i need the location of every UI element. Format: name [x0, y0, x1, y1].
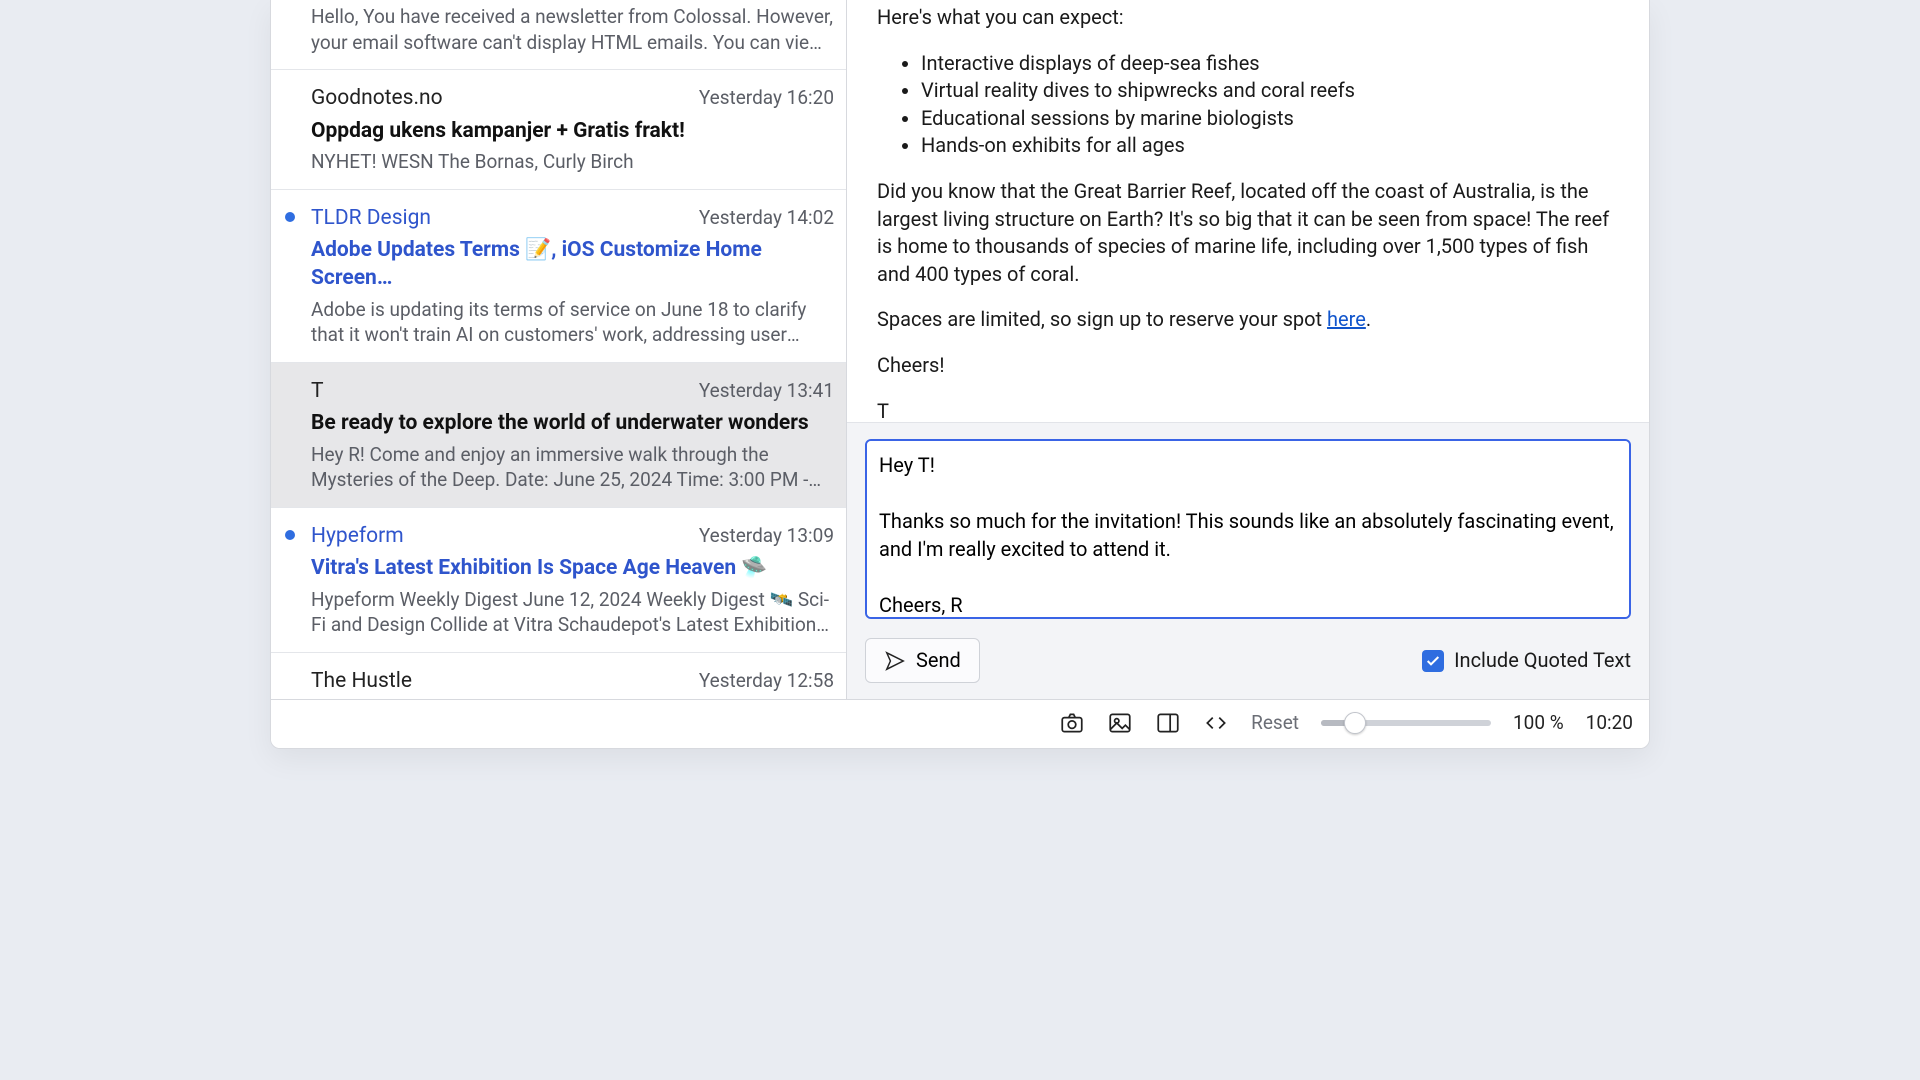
- message-subject: Be ready to explore the world of underwa…: [311, 409, 834, 437]
- body-paragraph: Here's what you can expect:: [877, 4, 1619, 32]
- message-sender: Hypeform: [311, 522, 404, 550]
- main-split: Hello, You have received a newsletter fr…: [271, 0, 1649, 700]
- message-sender: The Hustle: [311, 667, 412, 695]
- reader-pane: Here's what you can expect: Interactive …: [847, 0, 1649, 699]
- message-preview: Adobe is updating its terms of service o…: [311, 297, 834, 348]
- message-subject: Oppdag ukens kampanjer + Gratis frakt!: [311, 117, 834, 145]
- clock: 10:20: [1586, 710, 1633, 736]
- zoom-percent: 100 %: [1513, 710, 1564, 736]
- send-button[interactable]: Send: [865, 638, 980, 683]
- body-list-item: Hands-on exhibits for all ages: [921, 132, 1619, 160]
- message-list: Hello, You have received a newsletter fr…: [271, 0, 847, 699]
- body-paragraph: Spaces are limited, so sign up to reserv…: [877, 306, 1619, 334]
- message-subject: Vitra's Latest Exhibition Is Space Age H…: [311, 554, 834, 582]
- camera-icon[interactable]: [1059, 710, 1085, 736]
- message-subject: Adobe Updates Terms 📝, iOS Customize Hom…: [311, 236, 834, 293]
- app-window: Hello, You have received a newsletter fr…: [270, 0, 1650, 749]
- body-paragraph: Did you know that the Great Barrier Reef…: [877, 178, 1619, 288]
- zoom-slider[interactable]: [1321, 720, 1491, 726]
- list-item[interactable]: TLDR Design Yesterday 14:02 Adobe Update…: [271, 190, 846, 363]
- message-time: Yesterday 14:02: [699, 205, 834, 231]
- list-item[interactable]: T Yesterday 13:41 Be ready to explore th…: [271, 363, 846, 508]
- code-icon[interactable]: [1203, 710, 1229, 736]
- body-list-item: Interactive displays of deep-sea fishes: [921, 50, 1619, 78]
- body-signature: T: [877, 398, 1619, 422]
- body-list-item: Virtual reality dives to shipwrecks and …: [921, 77, 1619, 105]
- reply-input[interactable]: [865, 439, 1631, 619]
- unread-dot-icon: [285, 212, 295, 222]
- message-preview: Hypeform Weekly Digest June 12, 2024 Wee…: [311, 587, 834, 638]
- send-icon: [884, 650, 906, 672]
- list-item[interactable]: Goodnotes.no Yesterday 16:20 Oppdag uken…: [271, 70, 846, 189]
- message-time: Yesterday 13:09: [699, 523, 834, 549]
- message-time: Yesterday 12:58: [699, 668, 834, 694]
- message-preview: NYHET! WESN The Bornas, Curly Birch: [311, 149, 834, 175]
- compose-area: Send Include Quoted Text: [847, 422, 1649, 699]
- compose-actions: Send Include Quoted Text: [865, 638, 1631, 683]
- body-list: Interactive displays of deep-sea fishes …: [877, 50, 1619, 160]
- message-body: Here's what you can expect: Interactive …: [847, 0, 1649, 422]
- statusbar: Reset 100 % 10:20: [271, 700, 1649, 748]
- reset-button[interactable]: Reset: [1251, 710, 1299, 736]
- signup-link[interactable]: here: [1327, 307, 1366, 331]
- list-item[interactable]: Hello, You have received a newsletter fr…: [271, 4, 846, 70]
- unread-dot-icon: [285, 530, 295, 540]
- list-item[interactable]: The Hustle Yesterday 12:58 🩹 Band-Aid wi…: [271, 653, 846, 699]
- message-time: Yesterday 13:41: [699, 378, 834, 404]
- image-icon[interactable]: [1107, 710, 1133, 736]
- message-preview: Hello, You have received a newsletter fr…: [311, 4, 834, 55]
- layout-icon[interactable]: [1155, 710, 1181, 736]
- body-paragraph: Cheers!: [877, 352, 1619, 380]
- body-list-item: Educational sessions by marine biologist…: [921, 105, 1619, 133]
- message-sender: T: [311, 377, 324, 405]
- include-quoted-checkbox[interactable]: Include Quoted Text: [1422, 647, 1631, 674]
- message-time: Yesterday 16:20: [699, 85, 834, 111]
- message-sender: Goodnotes.no: [311, 84, 443, 112]
- message-preview: Hey R! Come and enjoy an immersive walk …: [311, 442, 834, 493]
- slider-knob-icon[interactable]: [1344, 712, 1366, 734]
- checkbox-icon: [1422, 650, 1444, 672]
- list-item[interactable]: Hypeform Yesterday 13:09 Vitra's Latest …: [271, 508, 846, 653]
- message-sender: TLDR Design: [311, 204, 431, 232]
